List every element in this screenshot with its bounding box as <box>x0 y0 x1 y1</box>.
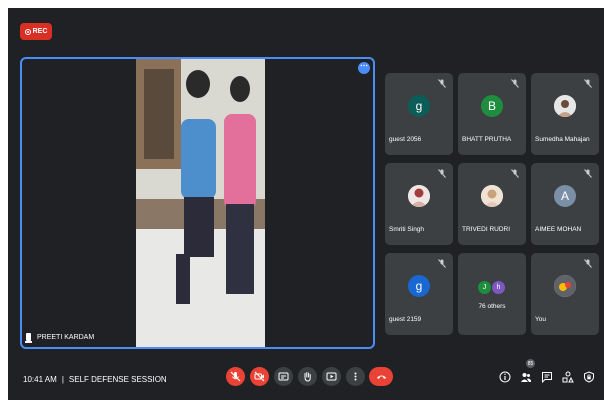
captions-icon <box>278 372 289 381</box>
meeting-title: SELF DEFENSE SESSION <box>68 375 167 384</box>
mic-off-icon <box>438 259 446 268</box>
mic-off-icon <box>511 169 519 178</box>
participant-name: Smriti Singh <box>389 226 425 233</box>
avatar: g <box>408 94 430 117</box>
info-icon <box>499 371 511 383</box>
camera-toggle-button[interactable] <box>250 367 269 386</box>
others-tile[interactable]: J h 76 others <box>458 253 526 335</box>
participant-name: guest 2159 <box>389 316 422 323</box>
participant-name: guest 2056 <box>389 136 422 143</box>
hang-up-icon <box>376 375 386 379</box>
meeting-info-button[interactable] <box>499 371 511 383</box>
participant-count-badge: 85 <box>526 359 535 368</box>
avatar: B <box>481 94 503 117</box>
self-tile[interactable]: You <box>531 253 599 335</box>
avatar-photo <box>554 94 576 117</box>
camera-off-icon <box>254 371 265 382</box>
activities-icon <box>562 371 574 383</box>
participant-tile[interactable]: g guest 2159 <box>385 253 453 335</box>
avatar-initial: g <box>415 278 423 293</box>
avatar-initial: h <box>496 284 501 291</box>
mic-off-icon <box>511 79 519 88</box>
raise-hand-button[interactable] <box>298 367 317 386</box>
present-screen-button[interactable] <box>322 367 341 386</box>
people-button[interactable] <box>520 371 532 383</box>
avatar-initial: A <box>560 188 569 203</box>
participant-tile[interactable]: g guest 2056 <box>385 73 453 155</box>
avatar-photo <box>481 184 503 207</box>
avatar: g <box>408 274 430 297</box>
avatar: J <box>478 281 491 294</box>
participant-name: AIMEE MOHAN <box>535 226 582 233</box>
record-icon <box>24 28 31 35</box>
presenter-name-label: PREETI KARDAM <box>25 333 95 343</box>
avatar: h <box>492 281 505 294</box>
captions-button[interactable] <box>274 367 293 386</box>
chat-icon <box>542 372 552 383</box>
mic-off-icon <box>584 169 592 178</box>
people-icon <box>521 373 531 382</box>
participant-tile[interactable]: A AIMEE MOHAN <box>531 163 599 245</box>
presenter-name: PREETI KARDAM <box>37 333 95 341</box>
avatar-photo <box>408 184 430 207</box>
mic-off-icon <box>230 371 241 382</box>
mic-off-icon <box>584 79 592 88</box>
video-frame-illustration <box>136 59 265 347</box>
avatar-photo <box>554 274 576 297</box>
participant-tile[interactable]: Smriti Singh <box>385 163 453 245</box>
present-icon <box>326 372 337 381</box>
meeting-stage: REC ⋯ PREETI KARDAM g guest 2056 B BHATT… <box>8 8 604 400</box>
meeting-details: 10:41 AM | SELF DEFENSE SESSION <box>23 375 167 384</box>
avatar-initial: g <box>415 98 423 113</box>
hand-icon <box>304 372 311 382</box>
pin-icon[interactable] <box>25 333 32 343</box>
activities-button[interactable] <box>562 371 574 383</box>
mic-off-icon <box>584 259 592 268</box>
participant-name: Sumedha Mahajan <box>535 136 590 143</box>
participant-count: 85 <box>527 360 534 367</box>
avatar: A <box>554 184 576 207</box>
avatar-initial: J <box>482 284 487 291</box>
participant-tile[interactable]: B BHATT PRUTHA <box>458 73 526 155</box>
more-vert-icon <box>354 372 357 381</box>
presenter-video <box>136 59 265 347</box>
main-video-tile[interactable]: ⋯ PREETI KARDAM <box>20 57 375 349</box>
separator: | <box>61 375 64 384</box>
recording-label: REC <box>32 28 48 35</box>
leave-call-button[interactable] <box>369 367 393 386</box>
participant-name: BHATT PRUTHA <box>462 136 512 143</box>
more-options-button[interactable] <box>346 367 365 386</box>
clock-time: 10:41 AM <box>23 375 57 384</box>
participant-name: You <box>535 316 546 323</box>
mic-off-icon <box>438 169 446 178</box>
mic-toggle-button[interactable] <box>226 367 245 386</box>
mic-off-icon <box>438 79 446 88</box>
recording-indicator: REC <box>20 23 52 40</box>
more-options-icon[interactable]: ⋯ <box>358 62 370 74</box>
avatar-initial: B <box>487 98 496 113</box>
participant-name: TRIVEDI RUDRI <box>462 226 511 233</box>
participant-tile[interactable]: Sumedha Mahajan <box>531 73 599 155</box>
others-count-label: 76 others <box>478 303 506 310</box>
participant-tile[interactable]: TRIVEDI RUDRI <box>458 163 526 245</box>
shield-lock-icon <box>584 371 594 383</box>
chat-button[interactable] <box>541 371 553 383</box>
host-controls-button[interactable] <box>583 371 595 383</box>
